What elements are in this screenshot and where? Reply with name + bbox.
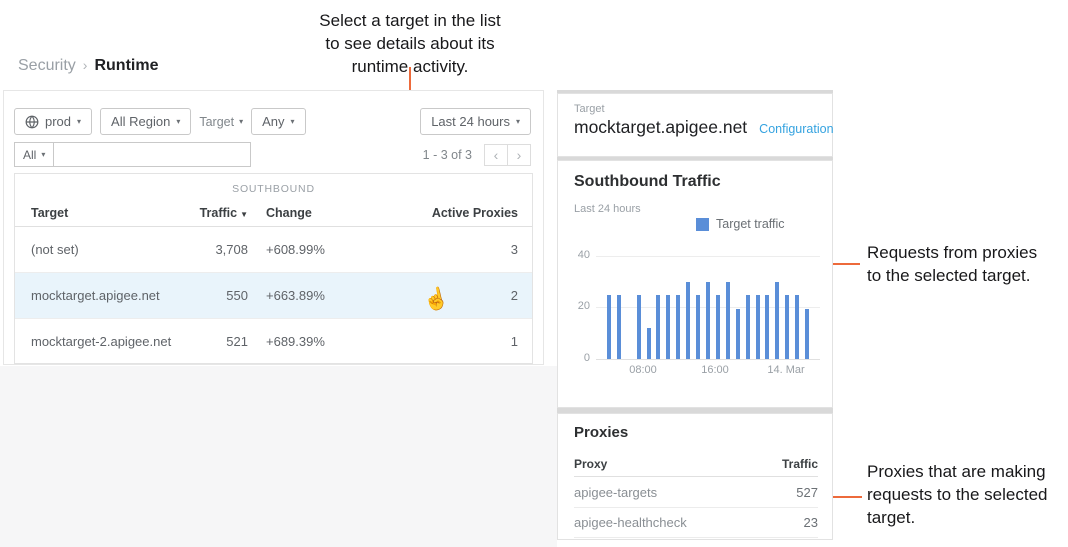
breadcrumb-separator-icon: › [83,57,88,73]
proxy-traffic: 23 [804,515,818,530]
environment-label: prod [45,114,71,129]
column-header-target[interactable]: Target [15,206,195,220]
search-input[interactable] [53,142,251,167]
target-field-label: Target [574,103,816,115]
annotation-connector-line-proxies [832,496,862,498]
cell-change: +608.99% [248,242,344,257]
region-label: All Region [111,114,170,129]
proxy-row[interactable]: apigee-healthcheck 23 [574,508,818,538]
target-detail-panel: Target mocktarget.apigee.net Configurati… [557,90,833,540]
region-dropdown[interactable]: All Region ▾ [100,108,191,135]
table-group-header: SOUTHBOUND [15,174,532,199]
chevron-down-icon: ▾ [41,151,45,159]
y-tick-label: 20 [566,300,590,312]
page-title: Runtime [94,57,158,74]
cell-active-proxies: 3 [344,242,532,257]
cell-traffic: 521 [195,334,248,349]
chevron-down-icon: ▾ [239,118,243,126]
y-tick-label: 0 [566,352,590,364]
search-scope-label: All [23,148,36,162]
runtime-list-panel: prod ▾ All Region ▾ Target ▾ Any ▾ Last … [3,90,544,365]
cell-target: mocktarget-2.apigee.net [15,334,195,349]
page-background-lower [0,366,557,547]
proxies-header-row: Proxy Traffic [574,452,818,477]
y-tick-label: 40 [566,249,590,261]
column-header-proxy[interactable]: Proxy [574,457,607,471]
cell-active-proxies: 1 [344,334,532,349]
cell-target: mocktarget.apigee.net [15,288,195,303]
chart-legend: Target traffic [696,217,785,231]
chart-title: Southbound Traffic [574,173,721,191]
x-tick-label: 08:00 [618,364,668,376]
proxy-name: apigee-healthcheck [574,515,687,530]
annotation-chart-note: Requests from proxies to the selected ta… [867,241,1037,287]
chevron-down-icon: ▾ [516,118,520,126]
x-tick-label: 16:00 [690,364,740,376]
annotation-proxies-note: Proxies that are making requests to the … [867,460,1048,529]
cell-change: +663.89% [248,288,344,303]
configuration-link[interactable]: Configuration [759,122,833,136]
cell-traffic: 3,708 [195,242,248,257]
filter-bar: prod ▾ All Region ▾ Target ▾ Any ▾ [14,108,306,135]
table-row[interactable]: mocktarget.apigee.net 550 +663.89% 2 [15,273,532,319]
x-tick-label: 14. Mar [758,364,814,376]
column-header-change[interactable]: Change [248,206,344,220]
annotation-connector-line-chart [832,263,860,265]
table-row[interactable]: (not set) 3,708 +608.99% 3 [15,227,532,273]
table-row[interactable]: mocktarget-2.apigee.net 521 +689.39% 1 [15,319,532,364]
legend-swatch-icon [696,218,709,231]
pagination-next-button[interactable]: › [507,144,531,166]
axis-baseline [596,359,820,360]
cell-traffic: 550 [195,288,248,303]
chevron-down-icon: ▾ [176,118,180,126]
dimension-dropdown[interactable]: Target ▾ [199,115,243,129]
column-header-active-proxies[interactable]: Active Proxies [344,206,532,220]
southbound-traffic-card: Southbound Traffic Last 24 hours Target … [557,160,833,408]
pagination: 1 - 3 of 3 ‹ › [423,144,531,166]
bar-chart-bars [604,256,812,359]
breadcrumb-section[interactable]: Security [18,57,76,74]
column-header-traffic[interactable]: Traffic▼ [195,206,248,220]
cell-change: +689.39% [248,334,344,349]
dimension-label: Target [199,115,234,129]
chevron-down-icon: ▾ [291,118,295,126]
selected-target-name: mocktarget.apigee.net [574,117,747,138]
time-range-label: Last 24 hours [431,114,510,129]
table-header-row: Target Traffic▼ Change Active Proxies [15,199,532,227]
legend-label: Target traffic [716,217,785,231]
proxy-traffic: 527 [796,485,818,500]
pagination-prev-button[interactable]: ‹ [484,144,508,166]
operator-dropdown[interactable]: Any ▾ [251,108,305,135]
operator-label: Any [262,114,284,129]
time-range-dropdown[interactable]: Last 24 hours ▾ [420,108,531,135]
proxies-title: Proxies [574,424,628,441]
column-header-traffic[interactable]: Traffic [782,457,818,471]
search-scope-dropdown[interactable]: All ▾ [14,142,54,167]
pagination-range: 1 - 3 of 3 [423,148,472,162]
cell-target: (not set) [15,242,195,257]
targets-table: SOUTHBOUND Target Traffic▼ Change Active… [14,173,533,364]
globe-icon [25,115,39,129]
proxy-name: apigee-targets [574,485,657,500]
bar-chart: 40 20 0 08:00 16:00 14. Mar [558,246,834,376]
chevron-down-icon: ▾ [77,118,81,126]
target-header-card: Target mocktarget.apigee.net Configurati… [557,93,833,157]
sort-desc-icon: ▼ [240,210,248,219]
breadcrumb: Security › Runtime [18,57,158,75]
environment-dropdown[interactable]: prod ▾ [14,108,92,135]
search-bar: All ▾ [14,142,251,167]
chart-subtitle: Last 24 hours [574,203,641,215]
proxies-card: Proxies Proxy Traffic apigee-targets 527… [557,413,833,540]
proxy-row[interactable]: apigee-targets 527 [574,477,818,508]
